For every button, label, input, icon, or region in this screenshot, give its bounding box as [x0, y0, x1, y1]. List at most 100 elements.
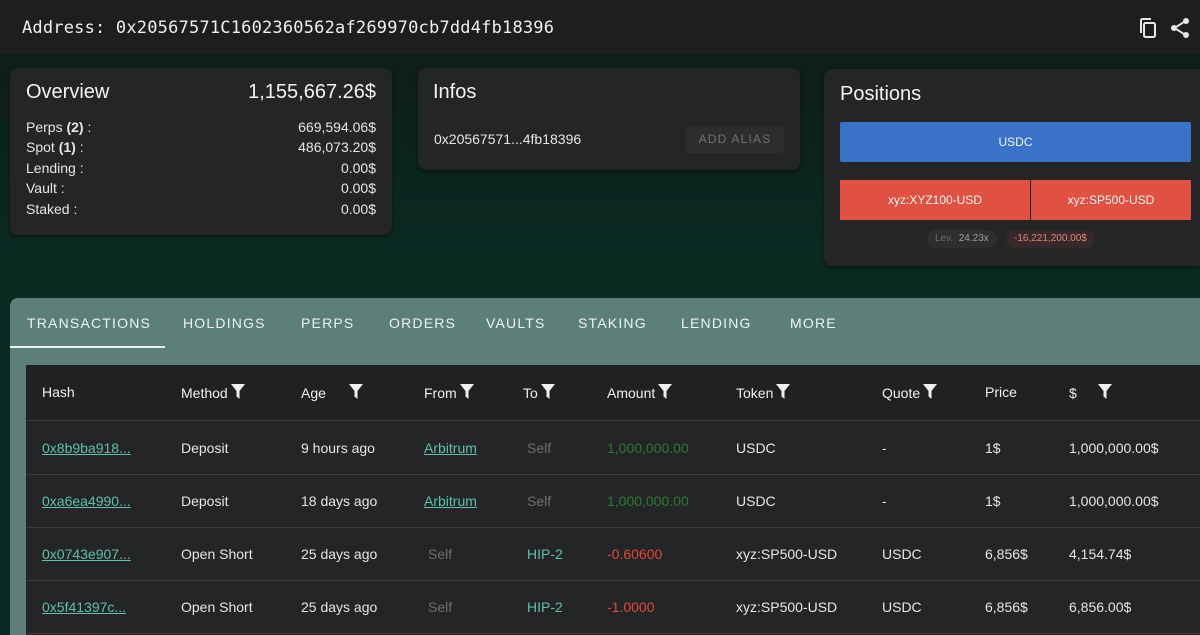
tab-transactions[interactable]: TRANSACTIONS	[9, 298, 166, 348]
position-spot-usdc[interactable]: USDC	[840, 122, 1191, 162]
position-perp-xyz100[interactable]: xyz:XYZ100-USD	[840, 180, 1030, 220]
age-cell: 25 days ago	[301, 599, 378, 615]
tab-staking[interactable]: STAKING	[578, 298, 647, 348]
table-row: 0x5f41397c... Open Short 25 days ago Sel…	[26, 581, 1200, 634]
address-label: Address: 0x20567571C1602360562af269970cb…	[22, 18, 555, 38]
leverage-value: 24.23x	[958, 233, 989, 244]
hash-link[interactable]: 0x5f41397c...	[42, 599, 126, 615]
tab-vaults[interactable]: VAULTS	[486, 298, 546, 348]
hash-link[interactable]: 0x8b9ba918...	[42, 440, 131, 456]
overview-row-value: 669,594.06$	[298, 119, 376, 135]
overview-row-label: Staked :	[26, 201, 78, 217]
overview-row-count: (1)	[58, 139, 76, 155]
positions-card: Positions USDC xyz:XYZ100-USD xyz:SP500-…	[824, 69, 1200, 266]
short-address: 0x20567571...4fb18396	[434, 131, 582, 147]
share-icon[interactable]	[1168, 16, 1192, 40]
price-cell: 1$	[985, 493, 1001, 509]
overview-row-label: Perps	[26, 119, 63, 135]
overview-row-vault: Vault : 0.00$	[26, 180, 376, 200]
usd-cell: 1,000,000.00$	[1069, 440, 1159, 456]
amount-cell: -1.0000	[607, 599, 655, 615]
tab-perps[interactable]: PERPS	[301, 298, 354, 348]
copy-icon[interactable]	[1136, 16, 1160, 40]
age-cell: 18 days ago	[301, 493, 378, 509]
col-hash-label: Hash	[42, 384, 75, 400]
quote-cell: USDC	[882, 546, 922, 562]
col-to: To	[523, 384, 555, 401]
token-cell: xyz:SP500-USD	[736, 546, 838, 562]
col-price: Price	[985, 384, 1017, 400]
method-cell: Deposit	[181, 493, 229, 509]
token-cell: xyz:SP500-USD	[736, 599, 838, 615]
amount-cell: -0.60600	[607, 546, 663, 562]
hash-link[interactable]: 0xa6ea4990...	[42, 493, 131, 509]
col-hash: Hash	[42, 384, 75, 400]
from-link[interactable]: Arbitrum	[424, 493, 477, 509]
col-usd-label: $	[1069, 385, 1077, 401]
quote-cell: -	[882, 440, 887, 456]
transactions-panel: Hash Method Age From To Amount Token Quo…	[10, 348, 1200, 635]
filter-icon[interactable]	[540, 384, 555, 400]
method-cell: Deposit	[181, 440, 229, 456]
infos-card: Infos 0x20567571...4fb18396 ADD ALIAS	[418, 68, 800, 170]
age-cell: 25 days ago	[301, 546, 378, 562]
filter-icon[interactable]	[776, 384, 791, 400]
col-method: Method	[181, 384, 245, 401]
col-to-label: To	[523, 385, 538, 401]
overview-row-label: Vault :	[26, 180, 65, 196]
filter-icon[interactable]	[1097, 384, 1112, 400]
from-link[interactable]: Arbitrum	[424, 440, 477, 456]
col-token: Token	[736, 384, 791, 401]
col-amount-label: Amount	[607, 385, 656, 401]
overview-total: 1,155,667.26$	[248, 81, 376, 103]
overview-row-spot: Spot (1) : 486,073.20$	[26, 139, 376, 159]
quote-cell: -	[882, 493, 887, 509]
col-quote: Quote	[882, 384, 938, 401]
overview-row-value: 486,073.20$	[298, 139, 376, 155]
overview-row-count: (2)	[66, 119, 84, 135]
filter-icon[interactable]	[348, 384, 363, 400]
col-amount: Amount	[607, 384, 673, 401]
price-cell: 6,856$	[985, 546, 1028, 562]
table-row: 0x0743e907... Open Short 25 days ago Sel…	[26, 528, 1200, 581]
method-cell: Open Short	[181, 546, 253, 562]
overview-row-perps: Perps (2) : 669,594.06$	[26, 119, 376, 139]
tab-more[interactable]: MORE	[790, 298, 837, 348]
table-row: 0xa6ea4990... Deposit 18 days ago Arbitr…	[26, 475, 1200, 528]
token-cell: USDC	[736, 440, 776, 456]
price-cell: 1$	[985, 440, 1001, 456]
pnl-chip: -16,221,200.00$	[1006, 230, 1095, 248]
method-cell: Open Short	[181, 599, 253, 615]
filter-icon[interactable]	[230, 384, 245, 400]
overview-row-value: 0.00$	[340, 180, 376, 196]
usd-cell: 6,856.00$	[1069, 599, 1132, 615]
add-alias-button[interactable]: ADD ALIAS	[686, 126, 784, 153]
positions-title: Positions	[840, 83, 922, 105]
tab-bar: TRANSACTIONS HOLDINGS PERPS ORDERS VAULT…	[9, 298, 1200, 348]
table-header: Hash Method Age From To Amount Token Quo…	[26, 365, 1200, 421]
position-perp-sp500[interactable]: xyz:SP500-USD	[1031, 180, 1191, 220]
transactions-table: Hash Method Age From To Amount Token Quo…	[26, 365, 1200, 635]
filter-icon[interactable]	[459, 384, 474, 400]
col-usd: $	[1069, 384, 1112, 401]
from-cell: Self	[428, 546, 453, 562]
col-quote-label: Quote	[882, 385, 921, 401]
col-method-label: Method	[181, 385, 228, 401]
filter-icon[interactable]	[658, 384, 673, 400]
tab-holdings[interactable]: HOLDINGS	[183, 298, 266, 348]
tab-lending[interactable]: LENDING	[681, 298, 752, 348]
overview-row-value: 0.00$	[340, 201, 376, 217]
filter-icon[interactable]	[923, 384, 938, 400]
quote-cell: USDC	[882, 599, 922, 615]
tab-orders[interactable]: ORDERS	[389, 298, 456, 348]
token-cell: USDC	[736, 493, 776, 509]
overview-row-label: Spot	[26, 139, 55, 155]
overview-row-label: Lending :	[26, 160, 84, 176]
hash-link[interactable]: 0x0743e907...	[42, 546, 131, 562]
usd-cell: 4,154.74$	[1069, 546, 1132, 562]
overview-row-lending: Lending : 0.00$	[26, 160, 376, 180]
infos-title: Infos	[433, 81, 477, 103]
col-age-label: Age	[301, 385, 326, 401]
age-cell: 9 hours ago	[301, 440, 375, 456]
overview-row-staked: Staked : 0.00$	[26, 201, 376, 221]
